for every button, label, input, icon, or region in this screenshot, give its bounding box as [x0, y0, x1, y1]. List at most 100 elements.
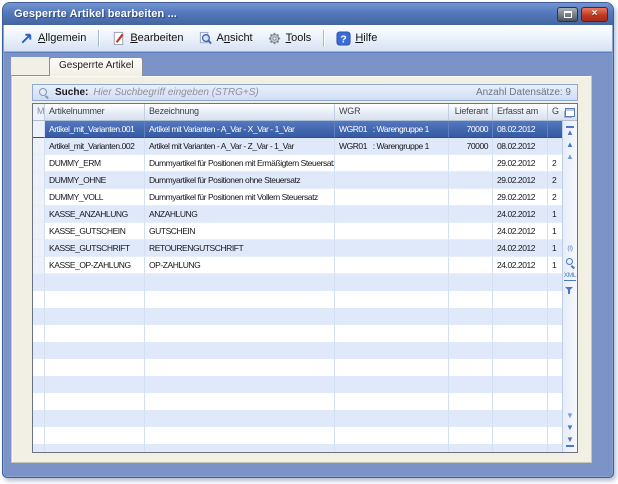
record-count: Anzahl Datensätze: 9 — [476, 87, 571, 98]
xml-export-icon[interactable]: XML — [564, 273, 576, 282]
cell-erfasst-am: 29.02.2012 — [493, 155, 548, 172]
titlebar[interactable]: Gesperrte Artikel bearbeiten ... × — [3, 3, 613, 25]
cell-g: 1 — [548, 223, 562, 240]
column-chooser-icon — [565, 108, 575, 117]
cell-m — [33, 189, 45, 206]
cell-artikelnummer: DUMMY_VOLL — [45, 189, 145, 206]
column-header-g[interactable]: G — [548, 104, 562, 120]
tab-page: Suche: Hier Suchbegriff eingeben (STRG+S… — [11, 75, 592, 463]
cell-erfasst-am: 24.02.2012 — [493, 240, 548, 257]
close-icon: × — [592, 9, 598, 19]
table-row[interactable]: KASSE_OP-ZAHLUNG OP-ZAHLUNG 24.02.2012 1 — [33, 257, 562, 274]
cell-wgr — [335, 223, 449, 240]
svg-text:?: ? — [341, 34, 347, 45]
column-header-wgr[interactable]: WGR — [335, 104, 449, 120]
column-line — [448, 274, 449, 452]
table-row[interactable]: KASSE_ANZAHLUNG ANZAHLUNG 24.02.2012 1 — [33, 206, 562, 223]
cell-m — [33, 257, 45, 274]
cell-g — [548, 138, 562, 155]
window-title: Gesperrte Artikel bearbeiten ... — [14, 8, 557, 20]
scroll-first-icon[interactable]: ▲ — [566, 126, 574, 137]
cell-lieferant — [449, 240, 493, 257]
cell-wgr — [335, 172, 449, 189]
menu-ansicht[interactable]: Ansicht — [191, 29, 260, 48]
cell-m — [33, 223, 45, 240]
arrow-up-right-icon — [19, 31, 34, 46]
column-header-lieferant[interactable]: Lieferant — [449, 104, 493, 120]
column-line — [334, 274, 335, 452]
cell-g: 1 — [548, 206, 562, 223]
scroll-last-icon[interactable]: ▼ — [566, 436, 574, 447]
cell-bezeichnung: ANZAHLUNG — [145, 206, 335, 223]
cell-bezeichnung: RETOURENGUTSCHRIFT — [145, 240, 335, 257]
close-button[interactable]: × — [581, 7, 608, 22]
app-window: Gesperrte Artikel bearbeiten ... × Allge… — [2, 2, 614, 478]
zoom-icon[interactable] — [565, 258, 575, 268]
cell-wgr — [335, 155, 449, 172]
cell-m — [33, 240, 45, 257]
column-line — [547, 274, 548, 452]
menu-allgemein[interactable]: Allgemein — [12, 29, 93, 48]
cell-bezeichnung: Dummyartikel für Positionen mit Ermäßigt… — [145, 155, 335, 172]
column-line — [44, 274, 45, 452]
table-row[interactable]: DUMMY_OHNE Dummyartikel für Positionen o… — [33, 172, 562, 189]
cell-erfasst-am: 08.02.2012 — [493, 121, 548, 138]
cell-lieferant — [449, 155, 493, 172]
cell-artikelnummer: DUMMY_ERM — [45, 155, 145, 172]
table-row[interactable]: Artikel_mit_Varianten.001 Artikel mit Va… — [33, 121, 562, 138]
empty-rows-area — [33, 274, 562, 452]
cell-lieferant — [449, 223, 493, 240]
cell-artikelnummer: Artikel_mit_Varianten.001 — [45, 121, 145, 138]
menu-hilfe[interactable]: ? Hilfe — [329, 29, 384, 48]
grid-rows: Artikel_mit_Varianten.001 Artikel mit Va… — [33, 121, 562, 452]
column-chooser-button[interactable] — [562, 104, 577, 120]
menu-bearbeiten[interactable]: Bearbeiten — [104, 29, 190, 48]
column-header-artikelnummer[interactable]: Artikelnummer — [45, 104, 145, 120]
restore-icon — [564, 11, 572, 18]
cell-artikelnummer: KASSE_GUTSCHEIN — [45, 223, 145, 240]
restore-button[interactable] — [557, 7, 578, 22]
cell-bezeichnung: Dummyartikel für Positionen ohne Steuers… — [145, 172, 335, 189]
cell-g: 2 — [548, 172, 562, 189]
column-header-bezeichnung[interactable]: Bezeichnung — [145, 104, 335, 120]
search-icon — [39, 87, 50, 98]
filter-icon[interactable] — [565, 286, 575, 296]
cell-m — [33, 206, 45, 223]
scroll-page-down-icon[interactable]: ▼ — [566, 424, 574, 432]
scroll-page-up-icon[interactable]: ▲ — [566, 141, 574, 149]
table-row[interactable]: KASSE_GUTSCHEIN GUTSCHEIN 24.02.2012 1 — [33, 223, 562, 240]
cell-lieferant: 70000 — [449, 138, 493, 155]
cell-wgr — [335, 240, 449, 257]
toolbar-separator — [323, 30, 324, 47]
cell-m — [33, 155, 45, 172]
search-input[interactable]: Hier Suchbegriff eingeben (STRG+S) — [93, 87, 471, 98]
table-row[interactable]: DUMMY_VOLL Dummyartikel für Positionen m… — [33, 189, 562, 206]
cell-erfasst-am: 29.02.2012 — [493, 172, 548, 189]
menu-tools[interactable]: Tools — [260, 29, 319, 48]
scroll-up-icon[interactable]: ▲ — [566, 153, 574, 161]
cell-wgr — [335, 189, 449, 206]
edit-icon — [111, 31, 126, 46]
view-magnifier-icon — [198, 31, 213, 46]
record-indicator-icon[interactable]: (I) — [567, 246, 572, 253]
window-controls: × — [557, 7, 608, 22]
cell-g — [548, 121, 562, 138]
cell-erfasst-am: 24.02.2012 — [493, 257, 548, 274]
tab-gesperrte-artikel[interactable]: Gesperrte Artikel — [49, 57, 143, 76]
column-header-erfasst-am[interactable]: Erfasst am — [493, 104, 548, 120]
table-row[interactable]: KASSE_GUTSCHRIFT RETOURENGUTSCHRIFT 24.0… — [33, 240, 562, 257]
cell-g: 1 — [548, 257, 562, 274]
cell-erfasst-am: 29.02.2012 — [493, 189, 548, 206]
table-row[interactable]: Artikel_mit_Varianten.002 Artikel mit Va… — [33, 138, 562, 155]
cell-lieferant: 70000 — [449, 121, 493, 138]
cell-artikelnummer: KASSE_GUTSCHRIFT — [45, 240, 145, 257]
table-row[interactable]: DUMMY_ERM Dummyartikel für Positionen mi… — [33, 155, 562, 172]
column-header-m[interactable]: M — [33, 104, 45, 120]
gear-icon — [267, 31, 282, 46]
cell-lieferant — [449, 257, 493, 274]
cell-erfasst-am: 24.02.2012 — [493, 206, 548, 223]
cell-artikelnummer: KASSE_OP-ZAHLUNG — [45, 257, 145, 274]
cell-wgr: WGR01 : Warengruppe 1 — [335, 138, 449, 155]
scroll-down-icon[interactable]: ▼ — [566, 412, 574, 420]
cell-bezeichnung: Dummyartikel für Positionen mit Vollem S… — [145, 189, 335, 206]
